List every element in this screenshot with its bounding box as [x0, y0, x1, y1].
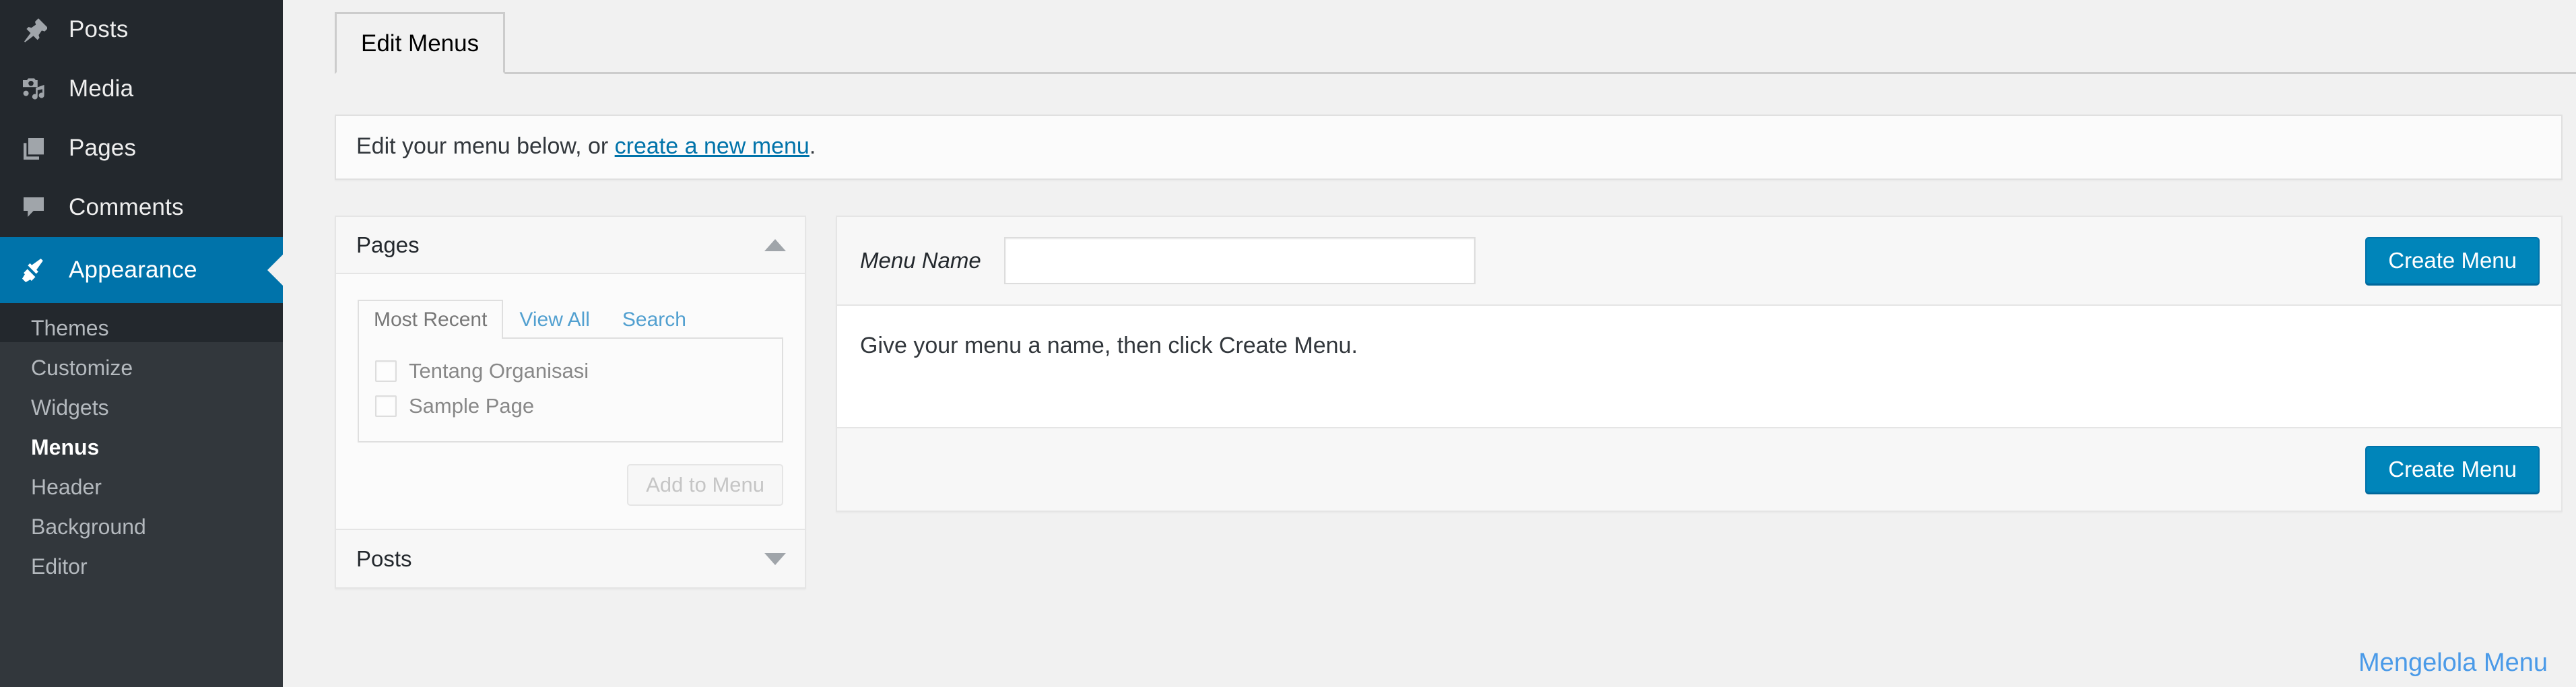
sidebar-item-label: Media	[59, 75, 133, 102]
pin-icon	[20, 16, 59, 43]
camera-icon	[20, 75, 59, 102]
sidebar-item-themes[interactable]: Themes	[0, 308, 283, 348]
menu-accordion-column: Pages Most Recent View All Search	[335, 216, 806, 589]
postbox-posts-header[interactable]: Posts	[336, 530, 805, 587]
page-checkbox[interactable]	[375, 360, 397, 382]
sidebar-item-label: Posts	[59, 16, 129, 43]
postbox-title: Pages	[356, 232, 420, 258]
nav-tab-wrapper: Edit Menus	[335, 0, 2576, 74]
sidebar-item-widgets[interactable]: Widgets	[0, 388, 283, 428]
chevron-up-icon[interactable]	[764, 239, 786, 251]
menu-name-input[interactable]	[1004, 237, 1476, 284]
tab-view-all[interactable]: View All	[503, 300, 606, 339]
pages-most-recent-panel: Tentang Organisasi Sample Page	[358, 339, 783, 443]
sidebar-item-header[interactable]: Header	[0, 467, 283, 507]
sidebar-item-editor[interactable]: Editor	[0, 547, 283, 587]
comment-icon	[20, 194, 59, 221]
current-menu-arrow-icon	[267, 254, 284, 286]
menu-editor-footer: Create Menu	[837, 427, 2561, 511]
menu-columns: Pages Most Recent View All Search	[335, 216, 2563, 589]
main-content: Edit Menus Edit your menu below, or crea…	[283, 0, 2576, 687]
sidebar-item-label: Appearance	[59, 257, 197, 284]
list-item-label: Sample Page	[409, 394, 534, 418]
page-checkbox[interactable]	[375, 395, 397, 417]
create-new-menu-link[interactable]: create a new menu	[615, 133, 810, 159]
menu-name-label: Menu Name	[860, 248, 981, 273]
admin-sidebar: Posts Media Pages	[0, 0, 283, 687]
tab-edit-menus[interactable]: Edit Menus	[335, 12, 505, 74]
menu-instructions-notice: Edit your menu below, or create a new me…	[335, 115, 2563, 180]
tab-most-recent[interactable]: Most Recent	[358, 300, 503, 339]
tab-search[interactable]: Search	[606, 300, 702, 339]
sidebar-appearance-submenu: Themes Customize Widgets Menus Header Ba…	[0, 303, 283, 587]
sidebar-item-posts[interactable]: Posts	[0, 0, 283, 59]
sidebar-item-background[interactable]: Background	[0, 507, 283, 547]
add-to-menu-button[interactable]: Add to Menu	[627, 464, 783, 506]
sidebar-item-label: Comments	[59, 194, 184, 221]
list-item[interactable]: Sample Page	[375, 389, 766, 424]
credit-text: Mengelola Menu	[2358, 649, 2548, 678]
postbox-title: Posts	[356, 546, 412, 572]
sidebar-item-menus[interactable]: Menus	[0, 428, 283, 467]
chevron-down-icon[interactable]	[764, 553, 786, 565]
postbox-pages-header[interactable]: Pages	[336, 217, 805, 274]
postbox-posts: Posts	[335, 530, 806, 589]
list-item-label: Tentang Organisasi	[409, 359, 589, 383]
postbox-pages-body: Most Recent View All Search Tentang Orga…	[336, 274, 805, 529]
notice-prefix: Edit your menu below, or	[356, 133, 615, 159]
sidebar-item-comments[interactable]: Comments	[0, 178, 283, 237]
sidebar-primary-menu: Posts Media Pages	[0, 0, 283, 303]
menu-name-row: Menu Name Create Menu	[837, 217, 2561, 306]
sidebar-item-pages[interactable]: Pages	[0, 119, 283, 178]
create-menu-button-bottom[interactable]: Create Menu	[2365, 446, 2540, 493]
pages-icon	[20, 135, 59, 162]
pages-panel-footer: Add to Menu	[358, 443, 783, 506]
sidebar-item-label: Pages	[59, 135, 136, 162]
brush-icon	[20, 256, 59, 284]
list-item[interactable]: Tentang Organisasi	[375, 354, 766, 389]
create-menu-button-top[interactable]: Create Menu	[2365, 237, 2540, 284]
notice-suffix: .	[810, 133, 816, 159]
pages-inner-tabs: Most Recent View All Search	[358, 298, 783, 339]
sidebar-item-appearance[interactable]: Appearance	[0, 237, 283, 303]
sidebar-item-customize[interactable]: Customize	[0, 348, 283, 388]
sidebar-item-media[interactable]: Media	[0, 59, 283, 119]
menu-editor-body: Give your menu a name, then click Create…	[837, 306, 2561, 427]
postbox-pages: Pages Most Recent View All Search	[335, 216, 806, 530]
menu-editor-panel: Menu Name Create Menu Give your menu a n…	[836, 216, 2563, 512]
wordpress-admin-screen: Posts Media Pages	[0, 0, 2576, 687]
menu-name-group: Menu Name	[860, 237, 1476, 284]
